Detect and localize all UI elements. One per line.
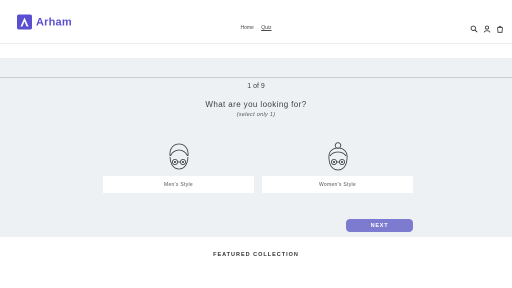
quiz-hint: (select only 1) xyxy=(236,112,276,118)
main-nav: Home Quiz xyxy=(0,25,512,31)
option-womens-style[interactable]: Women's Style xyxy=(262,142,413,193)
search-icon[interactable] xyxy=(470,25,478,33)
quiz-progress: 1 of 9 xyxy=(247,83,265,90)
header-icons xyxy=(470,25,504,33)
next-button[interactable]: NEXT xyxy=(346,219,413,232)
site-header: Arham Home Quiz xyxy=(0,0,512,44)
cart-icon[interactable] xyxy=(496,25,504,33)
option-mens-style[interactable]: Men's Style xyxy=(103,142,254,193)
woman-avatar-icon xyxy=(327,142,348,171)
womens-style-button[interactable]: Women's Style xyxy=(262,176,413,193)
mens-style-button[interactable]: Men's Style xyxy=(103,176,254,193)
quiz-question: What are you looking for? xyxy=(205,100,307,109)
featured-collection-heading: FEATURED COLLECTION xyxy=(213,252,299,258)
account-icon[interactable] xyxy=(483,25,491,33)
progress-track xyxy=(0,77,512,78)
quiz-section: 1 of 9 What are you looking for? (select… xyxy=(0,58,512,237)
man-avatar-icon xyxy=(169,143,188,170)
nav-home-link[interactable]: Home xyxy=(240,25,253,31)
nav-quiz-link[interactable]: Quiz xyxy=(261,25,271,31)
